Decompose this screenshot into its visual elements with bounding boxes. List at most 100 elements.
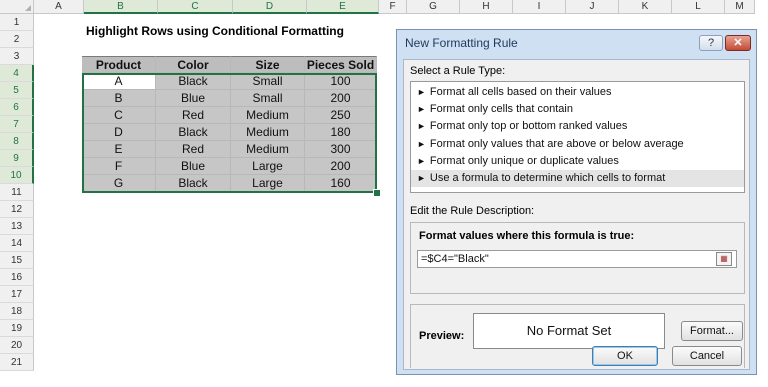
dialog-title: New Formatting Rule bbox=[405, 36, 518, 50]
row-header[interactable]: 16 bbox=[0, 269, 34, 286]
arrow-right-icon: ► bbox=[417, 87, 426, 97]
range-select-icon[interactable]: ▦ bbox=[716, 252, 732, 266]
cancel-button[interactable]: Cancel bbox=[672, 346, 742, 366]
row-header[interactable]: 3 bbox=[0, 48, 34, 65]
column-header[interactable]: H bbox=[460, 0, 513, 14]
row-header[interactable]: 4 bbox=[0, 65, 34, 82]
help-button[interactable]: ? bbox=[699, 35, 723, 51]
row-header[interactable]: 14 bbox=[0, 235, 34, 252]
table-cell[interactable]: 250 bbox=[305, 107, 377, 124]
table-cell[interactable]: D bbox=[82, 124, 156, 141]
table-cell[interactable]: Blue bbox=[156, 90, 231, 107]
dialog-body: Select a Rule Type: ► Format all cells ba… bbox=[403, 59, 750, 370]
row-headers: 1 2 3 4 5 6 7 8 9 10 11 12 13 14 15 16 17 18 19 20 21 bbox=[0, 14, 34, 371]
column-header[interactable]: J bbox=[566, 0, 619, 14]
table-cell[interactable]: 200 bbox=[305, 158, 377, 175]
table-cell[interactable]: Red bbox=[156, 141, 231, 158]
column-header[interactable]: B bbox=[84, 0, 158, 14]
arrow-right-icon: ► bbox=[417, 104, 426, 115]
column-header[interactable]: L bbox=[672, 0, 725, 14]
rule-type-item[interactable]: ► Format only values that are above or be… bbox=[411, 136, 744, 153]
table-cell[interactable]: G bbox=[82, 175, 156, 192]
table-cell[interactable]: 200 bbox=[305, 90, 377, 107]
rule-type-label: Use a formula to determine which cells t… bbox=[429, 171, 666, 184]
select-all-corner[interactable] bbox=[0, 0, 34, 14]
row-header[interactable]: 7 bbox=[0, 116, 34, 133]
active-cell[interactable]: A bbox=[82, 73, 156, 90]
rule-type-item[interactable]: ► Format only unique or duplicate values bbox=[411, 153, 744, 170]
row-header[interactable]: 5 bbox=[0, 82, 34, 99]
table-cell[interactable]: Blue bbox=[156, 158, 231, 175]
select-all-triangle-icon bbox=[25, 5, 31, 11]
table-header-cell[interactable]: Color bbox=[156, 56, 231, 73]
column-header[interactable]: I bbox=[513, 0, 566, 14]
column-header[interactable]: C bbox=[158, 0, 233, 14]
table-cell[interactable]: 160 bbox=[305, 175, 377, 192]
table-cell[interactable]: E bbox=[82, 141, 156, 158]
table-cell[interactable]: Small bbox=[231, 73, 305, 90]
preview-label: Preview: bbox=[419, 330, 465, 342]
row-header[interactable]: 21 bbox=[0, 354, 34, 371]
formula-input[interactable]: =$C4="Black" bbox=[417, 250, 737, 268]
column-header[interactable]: M bbox=[725, 0, 755, 14]
row-header[interactable]: 9 bbox=[0, 150, 34, 167]
row-header[interactable]: 8 bbox=[0, 133, 34, 150]
arrow-right-icon: ► bbox=[417, 172, 426, 183]
column-header[interactable]: A bbox=[34, 0, 84, 14]
table-header-row: Product Color Size Pieces Sold bbox=[82, 56, 377, 73]
rule-type-item[interactable]: ► Format only cells that contain bbox=[411, 101, 744, 118]
column-header[interactable]: F bbox=[379, 0, 407, 14]
row-header[interactable]: 11 bbox=[0, 184, 34, 201]
table-cell[interactable]: Large bbox=[231, 175, 305, 192]
table-header-cell[interactable]: Size bbox=[231, 56, 305, 73]
table-cell[interactable]: Black bbox=[156, 124, 231, 141]
format-button[interactable]: Format... bbox=[681, 321, 743, 341]
table-row: G Black Large 160 bbox=[82, 175, 377, 192]
table-cell[interactable]: F bbox=[82, 158, 156, 175]
row-header[interactable]: 12 bbox=[0, 201, 34, 218]
table-cell[interactable]: Medium bbox=[231, 107, 305, 124]
column-header[interactable]: E bbox=[307, 0, 379, 14]
row-header[interactable]: 20 bbox=[0, 337, 34, 354]
fill-handle[interactable] bbox=[373, 189, 381, 197]
table-cell[interactable]: Medium bbox=[231, 141, 305, 158]
close-button[interactable]: ✕ bbox=[725, 35, 751, 51]
ok-button[interactable]: OK bbox=[592, 346, 658, 366]
formula-label: Format values where this formula is true… bbox=[419, 230, 635, 242]
row-header[interactable]: 17 bbox=[0, 286, 34, 303]
table-cell[interactable]: C bbox=[82, 107, 156, 124]
data-table: Product Color Size Pieces Sold A Black Small 10… bbox=[82, 56, 377, 192]
row-header[interactable]: 1 bbox=[0, 14, 34, 31]
table-cell[interactable]: Small bbox=[231, 90, 305, 107]
row-header[interactable]: 19 bbox=[0, 320, 34, 337]
rule-type-list[interactable]: ► Format all cells based on their values ►… bbox=[410, 81, 745, 193]
table-cell[interactable]: Medium bbox=[231, 124, 305, 141]
row-header[interactable]: 15 bbox=[0, 252, 34, 269]
rule-type-item[interactable]: ► Use a formula to determine which cells … bbox=[411, 169, 744, 188]
rule-type-item[interactable]: ► Format only top or bottom ranked values bbox=[411, 118, 744, 135]
column-header[interactable]: D bbox=[233, 0, 307, 14]
table-cell[interactable]: Black bbox=[156, 175, 231, 192]
table-cell[interactable]: Red bbox=[156, 107, 231, 124]
table-cell[interactable]: Large bbox=[231, 158, 305, 175]
table-cell[interactable]: B bbox=[82, 90, 156, 107]
table-cell[interactable]: 300 bbox=[305, 141, 377, 158]
edit-description-label: Edit the Rule Description: bbox=[410, 205, 535, 217]
table-cell[interactable]: 180 bbox=[305, 124, 377, 141]
rule-type-label: Format only top or bottom ranked values bbox=[429, 120, 628, 133]
new-formatting-rule-dialog: New Formatting Rule ? ✕ Select a Rule Ty… bbox=[396, 29, 757, 375]
row-header[interactable]: 18 bbox=[0, 303, 34, 320]
row-header[interactable]: 10 bbox=[0, 167, 34, 184]
table-header-cell[interactable]: Product bbox=[82, 56, 156, 73]
row-header[interactable]: 13 bbox=[0, 218, 34, 235]
column-header[interactable]: K bbox=[619, 0, 672, 14]
rule-type-item[interactable]: ► Format all cells based on their values bbox=[411, 84, 744, 101]
column-header[interactable]: G bbox=[407, 0, 460, 14]
row-header[interactable]: 6 bbox=[0, 99, 34, 116]
table-row: B Blue Small 200 bbox=[82, 90, 377, 107]
table-cell[interactable]: Black bbox=[156, 73, 231, 90]
row-header[interactable]: 2 bbox=[0, 31, 34, 48]
table-header-cell[interactable]: Pieces Sold bbox=[305, 56, 377, 73]
arrow-right-icon: ► bbox=[417, 138, 426, 149]
table-cell[interactable]: 100 bbox=[305, 73, 377, 90]
